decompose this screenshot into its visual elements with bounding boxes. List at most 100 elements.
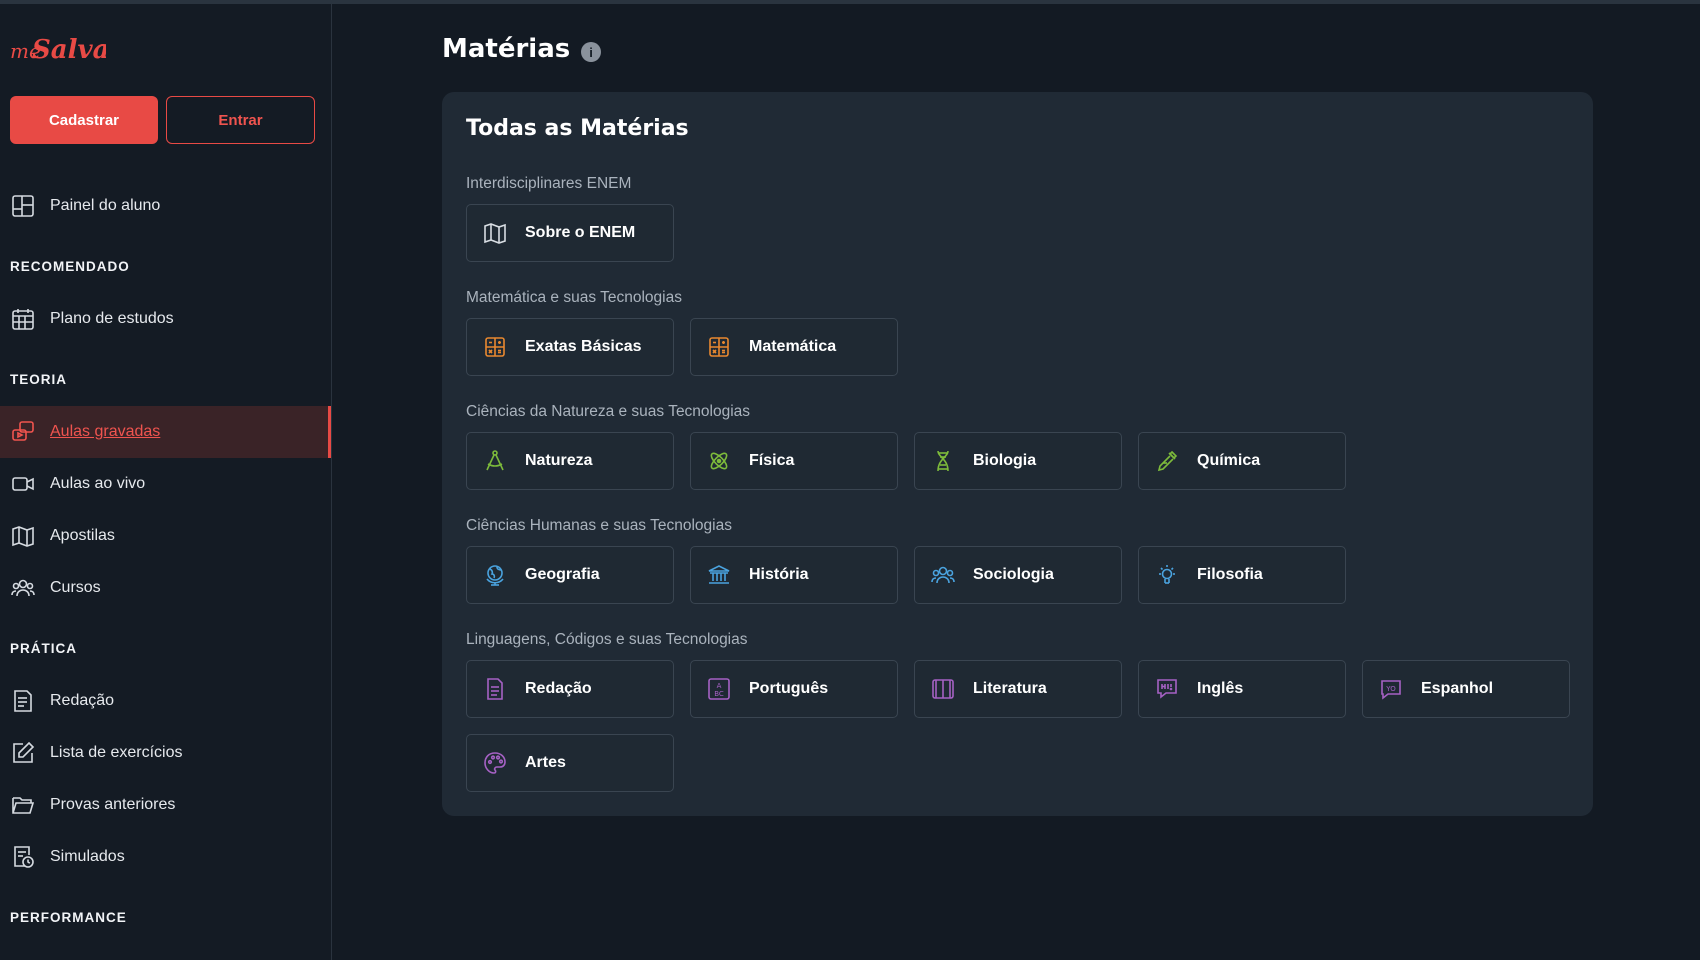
svg-text:YO: YO [1385, 685, 1396, 693]
sidebar-item-label: Aulas ao vivo [50, 475, 146, 492]
subject-filosofia[interactable]: Filosofia [1138, 546, 1346, 604]
svg-text:Salva!: Salva! [32, 35, 106, 65]
sidebar-item-cursos[interactable]: Cursos [0, 562, 331, 614]
login-button[interactable]: Entrar [166, 96, 315, 144]
subject-geografia[interactable]: Geografia [466, 546, 674, 604]
sidebar-item-aulas-gravadas[interactable]: Aulas gravadas [0, 406, 331, 458]
sidebar-item-simulados[interactable]: Simulados [0, 831, 331, 883]
abc-icon: A BC [707, 677, 731, 701]
users-icon [10, 575, 36, 601]
subject-label: Artes [525, 754, 566, 771]
museum-icon [707, 563, 731, 587]
essay-icon [10, 688, 36, 714]
subject-portugues[interactable]: A BC Português [690, 660, 898, 718]
sidebar-item-lista-de-exercicios[interactable]: Lista de exercícios [0, 727, 331, 779]
subject-label: Exatas Básicas [525, 338, 642, 355]
subject-historia[interactable]: História [690, 546, 898, 604]
book-open-icon [10, 523, 36, 549]
me-salva-logo[interactable]: me Salva! [10, 28, 121, 68]
category-title: Linguagens, Códigos e suas Tecnologias [466, 631, 748, 648]
calculator-icon [483, 335, 507, 359]
svg-text:BC: BC [714, 690, 724, 698]
subject-natureza[interactable]: Natureza [466, 432, 674, 490]
calendar-icon [10, 306, 36, 332]
subject-label: Química [1197, 452, 1261, 469]
card-title: Todas as Matérias [466, 116, 689, 141]
globe-icon [483, 563, 507, 587]
section-heading-teoria: TEORIA [10, 372, 68, 387]
sidebar-item-label: Simulados [50, 848, 125, 865]
palette-icon [483, 751, 507, 775]
sidebar: me Salva! Cadastrar Entrar Painel do alu… [0, 4, 332, 960]
signup-button[interactable]: Cadastrar [10, 96, 158, 144]
subject-sociologia[interactable]: Sociologia [914, 546, 1122, 604]
people-icon [931, 563, 955, 587]
subject-label: Espanhol [1421, 680, 1494, 697]
subject-label: Física [749, 452, 795, 469]
document-icon [483, 677, 507, 701]
section-heading-recomendado: RECOMENDADO [10, 259, 130, 274]
subjects-card: Todas as Matérias Interdisciplinares ENE… [442, 92, 1593, 816]
sidebar-item-apostilas[interactable]: Apostilas [0, 510, 331, 562]
speech-hi-icon [1155, 677, 1179, 701]
subject-redacao[interactable]: Redação [466, 660, 674, 718]
subject-artes[interactable]: Artes [466, 734, 674, 792]
compass-icon [483, 449, 507, 473]
section-heading-pratica: PRÁTICA [10, 641, 77, 656]
atom-icon [707, 449, 731, 473]
category-title: Ciências da Natureza e suas Tecnologias [466, 403, 751, 420]
subject-biologia[interactable]: Biologia [914, 432, 1122, 490]
subject-literatura[interactable]: Literatura [914, 660, 1122, 718]
timed-exam-icon [10, 844, 36, 870]
subject-exatas-basicas[interactable]: Exatas Básicas [466, 318, 674, 376]
subject-label: Português [749, 680, 829, 697]
subject-sobre-o-enem[interactable]: Sobre o ENEM [466, 204, 674, 262]
subject-label: Natureza [525, 452, 593, 469]
subject-label: Matemática [749, 338, 837, 355]
subject-label: História [749, 566, 809, 583]
sidebar-item-painel-do-aluno[interactable]: Painel do aluno [0, 180, 331, 232]
subject-matematica[interactable]: Matemática [690, 318, 898, 376]
pipette-icon [1155, 449, 1179, 473]
sidebar-item-label: Provas anteriores [50, 796, 176, 813]
sidebar-item-plano-de-estudos[interactable]: Plano de estudos [0, 293, 331, 345]
subject-fisica[interactable]: Física [690, 432, 898, 490]
subject-label: Biologia [973, 452, 1037, 469]
page-title: Matérias [442, 34, 571, 64]
sidebar-item-label: Apostilas [50, 527, 115, 544]
dna-icon [931, 449, 955, 473]
book-icon [931, 677, 955, 701]
subject-label: Sociologia [973, 566, 1054, 583]
video-camera-icon [10, 471, 36, 497]
subject-ingles[interactable]: Inglês [1138, 660, 1346, 718]
sidebar-item-label: Plano de estudos [50, 310, 174, 327]
subject-quimica[interactable]: Química [1138, 432, 1346, 490]
recorded-lessons-icon [10, 419, 36, 445]
sidebar-item-provas-anteriores[interactable]: Provas anteriores [0, 779, 331, 831]
dashboard-icon [10, 193, 36, 219]
category-title: Ciências Humanas e suas Tecnologias [466, 517, 732, 534]
subject-label: Geografia [525, 566, 600, 583]
sidebar-item-redacao[interactable]: Redação [0, 675, 331, 727]
category-title: Matemática e suas Tecnologias [466, 289, 682, 306]
edit-icon [10, 740, 36, 766]
sidebar-item-aulas-ao-vivo[interactable]: Aulas ao vivo [0, 458, 331, 510]
section-heading-performance: PERFORMANCE [10, 910, 127, 925]
map-icon [483, 221, 507, 245]
speech-yo-icon: YO [1379, 677, 1403, 701]
category-title: Interdisciplinares ENEM [466, 175, 632, 192]
sidebar-item-label: Lista de exercícios [50, 744, 183, 761]
subject-espanhol[interactable]: YO Espanhol [1362, 660, 1570, 718]
sidebar-item-label: Cursos [50, 579, 101, 596]
calculator-icon [707, 335, 731, 359]
sidebar-item-label: Painel do aluno [50, 197, 161, 214]
subject-label: Literatura [973, 680, 1047, 697]
sidebar-item-label: Redação [50, 692, 115, 709]
folder-icon [10, 792, 36, 818]
lightbulb-icon [1155, 563, 1179, 587]
subject-label: Sobre o ENEM [525, 224, 636, 241]
svg-text:A: A [717, 682, 722, 690]
info-icon[interactable]: i [581, 42, 601, 62]
subject-label: Inglês [1197, 680, 1244, 697]
subject-label: Redação [525, 680, 592, 697]
